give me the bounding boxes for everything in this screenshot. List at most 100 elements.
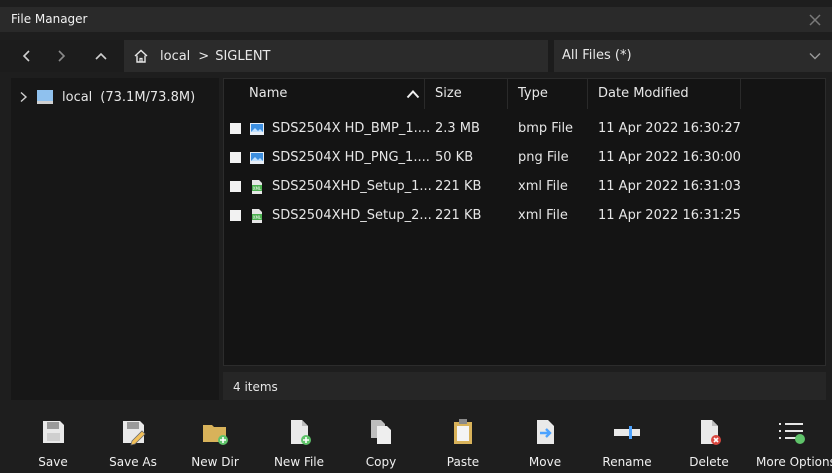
forward-button[interactable] — [46, 40, 76, 72]
chevron-up-icon — [95, 52, 107, 60]
title-bar: File Manager — [0, 7, 832, 32]
file-name: SDS2504XHD_Setup_2... — [272, 208, 432, 223]
file-date: 11 Apr 2022 16:31:25 — [598, 208, 741, 223]
more-options-icon — [779, 423, 805, 444]
chevron-right-icon[interactable] — [19, 91, 28, 103]
file-list-pane: Name Size Type Date Modified SDS2504X HD… — [223, 78, 826, 366]
drive-icon — [37, 90, 53, 104]
breadcrumb-current[interactable]: SIGLENT — [215, 49, 270, 64]
svg-text:XML: XML — [253, 186, 262, 191]
image-file-icon — [250, 152, 264, 164]
file-date: 11 Apr 2022 16:31:03 — [598, 179, 741, 194]
chevron-right-icon — [58, 50, 66, 62]
new-file-button[interactable]: New File — [262, 406, 336, 473]
file-size: 221 KB — [435, 208, 482, 223]
row-checkbox[interactable] — [230, 123, 241, 134]
file-size: 2.3 MB — [435, 121, 480, 136]
column-separator[interactable] — [507, 79, 508, 109]
chevron-left-icon — [22, 50, 30, 62]
filter-selected-value: All Files (*) — [562, 48, 632, 63]
row-checkbox[interactable] — [230, 210, 241, 221]
svg-text:XML: XML — [253, 215, 262, 220]
save-icon — [43, 421, 64, 443]
save-as-button[interactable]: Save As — [96, 406, 170, 473]
save-button[interactable]: Save — [16, 406, 90, 473]
more-options-label: More Options — [756, 455, 832, 469]
paste-icon — [454, 419, 472, 444]
save-as-label: Save As — [109, 455, 157, 469]
file-row[interactable]: SDS2504X HD_BMP_1.... 2.3 MB bmp File 11… — [224, 115, 825, 143]
tree-item-local[interactable]: local (73.1M/73.8M) — [19, 86, 195, 108]
file-list-header: Name Size Type Date Modified — [224, 79, 825, 109]
chevron-down-icon — [809, 53, 821, 60]
move-icon — [537, 420, 554, 444]
new-folder-icon — [203, 425, 228, 445]
file-type: png File — [518, 150, 569, 165]
new-dir-label: New Dir — [191, 455, 239, 469]
rename-button[interactable]: Rename — [590, 406, 664, 473]
image-file-icon — [250, 123, 264, 135]
paste-label: Paste — [446, 455, 480, 469]
navigation-bar: local > SIGLENT All Files (*) — [0, 40, 832, 72]
item-count: 4 items — [233, 380, 278, 394]
new-file-label: New File — [273, 455, 325, 469]
filter-dropdown-button[interactable] — [798, 40, 832, 72]
file-row[interactable]: XML SDS2504XHD_Setup_1... 221 KB xml Fil… — [224, 173, 825, 201]
copy-button[interactable]: Copy — [344, 406, 418, 473]
file-name: SDS2504X HD_PNG_1.... — [272, 150, 430, 165]
save-label: Save — [38, 455, 68, 469]
file-date: 11 Apr 2022 16:30:27 — [598, 121, 741, 136]
xml-file-icon: XML — [252, 209, 262, 223]
tree-item-label: local — [62, 89, 93, 105]
move-button[interactable]: Move — [508, 406, 582, 473]
up-button[interactable] — [86, 40, 116, 72]
move-label: Move — [528, 455, 562, 469]
paste-button[interactable]: Paste — [426, 406, 500, 473]
new-dir-button[interactable]: New Dir — [178, 406, 252, 473]
row-checkbox[interactable] — [230, 152, 241, 163]
delete-file-icon — [701, 420, 721, 445]
column-separator[interactable] — [587, 79, 588, 109]
file-size: 221 KB — [435, 179, 482, 194]
column-header-name[interactable]: Name — [249, 86, 287, 101]
copy-label: Copy — [365, 455, 397, 469]
column-header-date[interactable]: Date Modified — [598, 86, 689, 101]
more-options-button[interactable]: More Options — [754, 406, 832, 473]
breadcrumb-root[interactable]: local — [160, 49, 190, 64]
file-type: xml File — [518, 179, 568, 194]
rename-label: Rename — [602, 455, 652, 469]
status-bar: 4 items — [223, 372, 826, 400]
file-row[interactable]: SDS2504X HD_PNG_1.... 50 KB png File 11 … — [224, 144, 825, 172]
breadcrumb-separator: > — [198, 48, 210, 64]
file-row[interactable]: XML SDS2504XHD_Setup_2... 221 KB xml Fil… — [224, 202, 825, 230]
sort-ascending-icon[interactable] — [406, 89, 420, 99]
row-checkbox[interactable] — [230, 181, 241, 192]
column-header-type[interactable]: Type — [518, 86, 548, 101]
window-title: File Manager — [11, 12, 88, 26]
tree-item-usage: (73.1M/73.8M) — [100, 89, 196, 105]
file-date: 11 Apr 2022 16:30:00 — [598, 150, 741, 165]
close-button[interactable] — [798, 7, 832, 32]
delete-label: Delete — [689, 455, 729, 469]
column-separator[interactable] — [740, 79, 741, 109]
file-type-filter[interactable]: All Files (*) — [554, 40, 832, 72]
close-icon — [809, 13, 821, 26]
new-file-icon — [291, 420, 311, 445]
column-header-size[interactable]: Size — [435, 86, 462, 101]
file-name: SDS2504X HD_BMP_1.... — [272, 121, 431, 136]
copy-icon — [371, 420, 391, 444]
xml-file-icon: XML — [252, 180, 262, 194]
home-icon — [134, 49, 148, 63]
column-separator[interactable] — [424, 79, 425, 109]
file-manager-window: File Manager local > SIGLENT All Files (… — [0, 0, 832, 473]
file-type: xml File — [518, 208, 568, 223]
back-button[interactable] — [12, 40, 42, 72]
file-type: bmp File — [518, 121, 574, 136]
delete-button[interactable]: Delete — [672, 406, 746, 473]
folder-tree-pane: local (73.1M/73.8M) — [11, 78, 219, 400]
save-as-icon — [123, 421, 146, 446]
action-toolbar: Save Save As New Dir New File Copy Paste… — [0, 406, 832, 473]
address-bar[interactable]: local > SIGLENT — [124, 40, 548, 72]
file-size: 50 KB — [435, 150, 474, 165]
rename-icon — [614, 426, 640, 439]
